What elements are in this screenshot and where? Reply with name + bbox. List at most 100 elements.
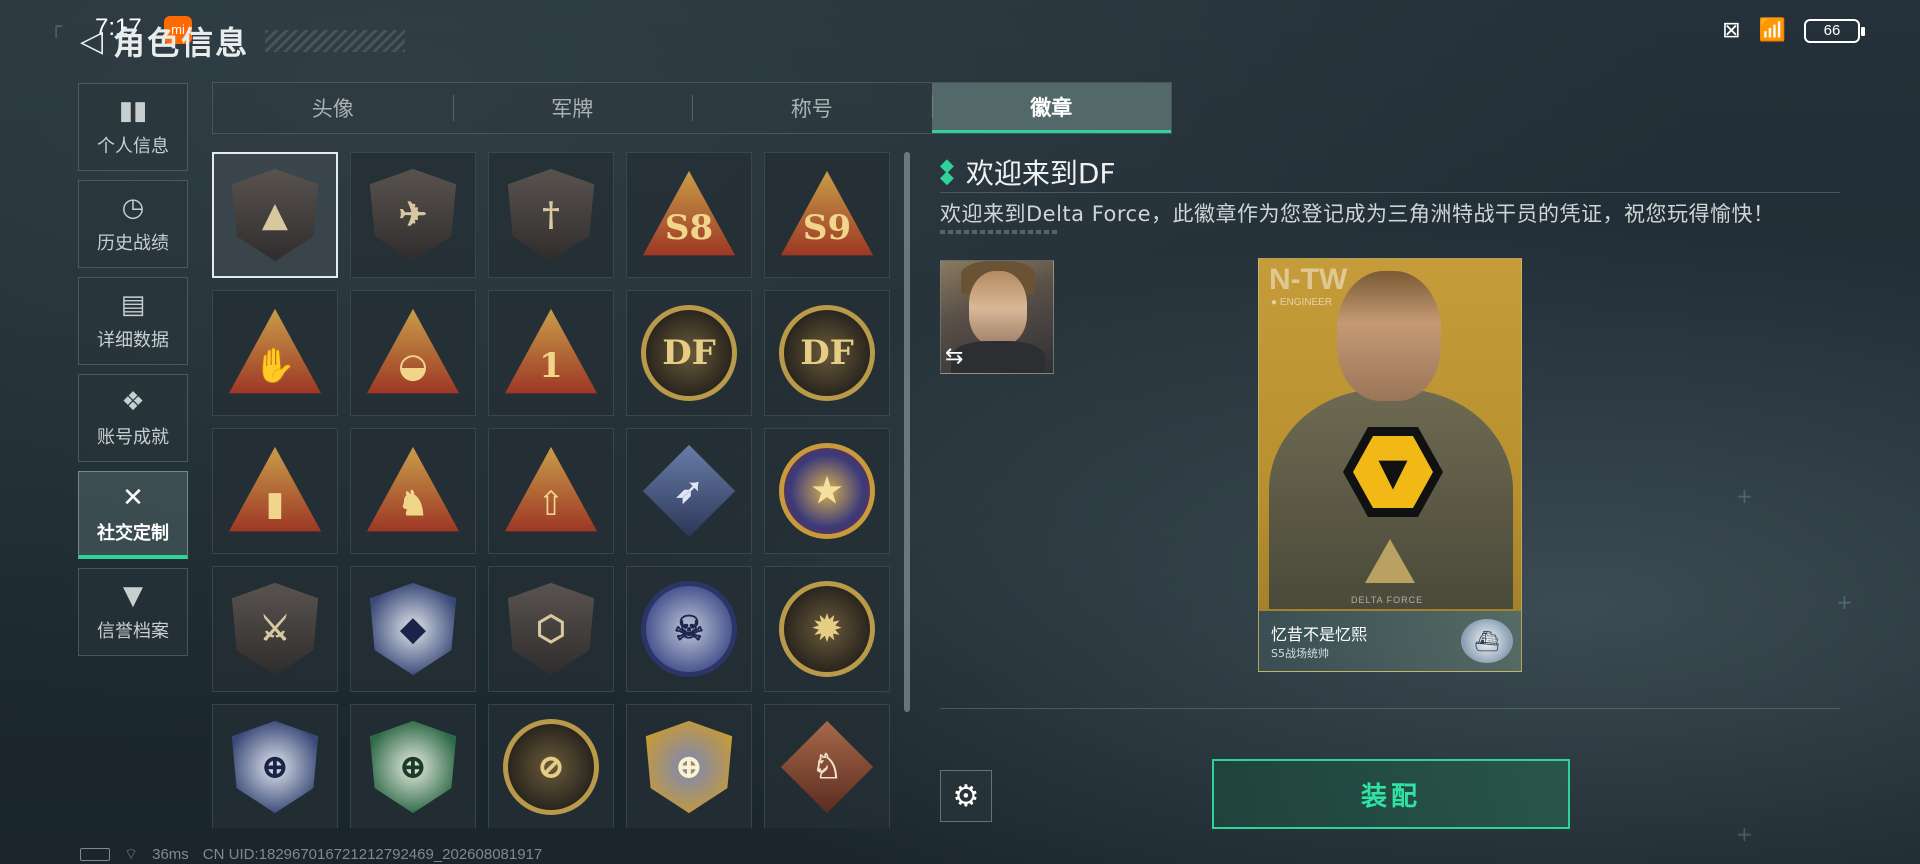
sniper-green-badge-icon: ⊕	[369, 720, 457, 814]
badge-title: 欢迎来到DF	[965, 157, 1116, 190]
badge-cell[interactable]: ✹	[764, 566, 890, 692]
delta-force-2025-badge-icon: DF	[641, 305, 737, 401]
wifi-icon: 📶	[1758, 18, 1786, 43]
badge-cell[interactable]: ✈	[350, 152, 476, 278]
diamond-marker-icon: ◆ ◆	[940, 155, 954, 188]
avatar-face	[969, 271, 1027, 345]
hexagon-badge-icon: ⬡	[507, 582, 595, 676]
clock-icon: ◷	[121, 193, 145, 223]
player-card-preview: N-TW ● ENGINEER ▼ DELTA FORCE 忆昔不是忆熙 S5战…	[1258, 258, 1522, 672]
card-footer: 忆昔不是忆熙 S5战场统帅 ⛴	[1259, 611, 1521, 671]
badge-cell[interactable]: ☠	[626, 566, 752, 692]
helicopter-badge-icon: ✈	[369, 168, 457, 262]
nav-item-match-history[interactable]: ◷ 历史战绩	[78, 180, 188, 268]
back-arrow-icon[interactable]: ◁	[80, 24, 103, 59]
star-wolf-badge-icon: ★	[779, 443, 875, 539]
divider-dashed	[940, 230, 1060, 234]
badge-cell[interactable]: ⊕	[212, 704, 338, 828]
badge-cell[interactable]: ★	[764, 428, 890, 554]
crosshair-deco: +	[1736, 484, 1753, 508]
badge-cell[interactable]: S8	[626, 152, 752, 278]
wrench-icon: ✕	[122, 482, 144, 513]
badge-cell[interactable]: ▮	[212, 428, 338, 554]
sim-off-icon: ⊠	[1722, 18, 1741, 43]
divider	[940, 192, 1840, 193]
nest-badge-icon: ◒	[366, 308, 460, 394]
player-name: 忆昔不是忆熙	[1271, 625, 1368, 644]
settings-button[interactable]: ⚙	[940, 770, 992, 822]
badge-cell[interactable]: ⬡	[488, 566, 614, 692]
character-avatar[interactable]: ⇆	[940, 260, 1054, 374]
launcher-badge-icon: ➶	[642, 444, 736, 538]
badge-cell[interactable]: ◒	[350, 290, 476, 416]
badge-cell[interactable]: DF	[626, 290, 752, 416]
badge-cell[interactable]: †	[488, 152, 614, 278]
reputation-icon: ▼	[123, 581, 143, 611]
crosshair-deco: +	[1736, 822, 1753, 846]
equip-button[interactable]: 装配	[1212, 759, 1570, 829]
skull-badge-icon: ☠	[641, 581, 737, 677]
nav-item-label: 历史战绩	[97, 233, 169, 254]
ping-readout: 36ms	[152, 846, 189, 863]
speedboat-icon: ⛴	[1461, 619, 1513, 663]
device-battery-icon	[80, 848, 110, 861]
footer-status: ⌔ 36ms CN UID:182967016721212792469_2026…	[80, 845, 542, 864]
rocket-badge-icon: ⇧	[504, 446, 598, 532]
badge-grid: ▲ ✈ † S8 S9 ✋ ◒ 1 DF DF ▮ ♞ ⇧ ➶ ★ ⚔ ◆ ⬡ ☠ ✹ ⊕ ⊕ ⊘ ⊕ ♘	[212, 152, 892, 828]
badge-grid-scrollbar[interactable]	[904, 152, 910, 712]
badge-cell[interactable]: 1	[488, 290, 614, 416]
number-one-badge-icon: 1	[504, 308, 598, 394]
divider	[940, 708, 1840, 709]
badge-cell[interactable]: ✋	[212, 290, 338, 416]
corner-deco: ┌	[50, 14, 63, 38]
account-uid: CN UID:182967016721212792469_20260808191…	[202, 846, 543, 863]
s8-badge-icon: S8	[642, 170, 736, 256]
sniper-navy-badge-icon: ⊕	[231, 720, 319, 814]
player-rank: S5战场统帅	[1271, 647, 1329, 660]
wifi-icon: ⌔	[124, 846, 139, 863]
badge-cell[interactable]: ◆	[350, 566, 476, 692]
gear-icon: ⚙	[952, 778, 980, 814]
badge-cell[interactable]: ⚔	[212, 566, 338, 692]
nav-item-social-custom[interactable]: ✕ 社交定制	[78, 471, 188, 559]
card-role: ● ENGINEER	[1271, 297, 1333, 308]
tab-title[interactable]: 称号	[692, 83, 932, 133]
tab-avatar[interactable]: 头像	[213, 83, 453, 133]
delta-force-2026-badge-icon: DF	[779, 305, 875, 401]
bronze-shield-badge-icon: ⚔	[231, 582, 319, 676]
badge-cell[interactable]: ▲	[212, 152, 338, 278]
avatar-body	[951, 341, 1045, 373]
badge-cell[interactable]: ♘	[764, 704, 890, 828]
blue-crest-badge-icon: ◆	[369, 582, 457, 676]
tab-badge[interactable]: 徽章	[931, 83, 1171, 133]
badge-cell[interactable]: ♞	[350, 428, 476, 554]
nav-item-reputation[interactable]: ▼ 信誉档案	[78, 568, 188, 656]
soldiers-badge-icon: ♞	[366, 446, 460, 532]
badge-cell[interactable]: S9	[764, 152, 890, 278]
badge-cell[interactable]: ⇧	[488, 428, 614, 554]
badge-cell[interactable]: ➶	[626, 428, 752, 554]
badge-description: 欢迎来到Delta Force，此徽章作为您登记成为三角洲特战干员的凭证，祝您玩…	[940, 202, 1775, 226]
hand-sign-badge-icon: ✋	[228, 308, 322, 394]
title-stripe-deco	[265, 30, 406, 52]
nav-item-detailed-data[interactable]: ▤ 详细数据	[78, 277, 188, 365]
nav-item-personal-info[interactable]: ▮▮ 个人信息	[78, 83, 188, 171]
bar-chart-icon: ▮▮	[118, 96, 148, 126]
badge-cell[interactable]: DF	[764, 290, 890, 416]
card-brand: DELTA FORCE	[1351, 595, 1424, 605]
customize-tabs: 头像 军牌 称号 徽章	[212, 82, 1172, 134]
nav-item-label: 信誉档案	[97, 621, 169, 642]
wolf-face-icon: ▼	[1353, 436, 1433, 508]
df-triangle-badge-icon: ▲	[231, 168, 319, 262]
card-character-head	[1337, 271, 1441, 401]
swap-icon[interactable]: ⇆	[945, 344, 963, 369]
achievement-icon: ❖	[121, 387, 145, 417]
crosshair-deco: +	[1836, 590, 1853, 614]
badge-cell[interactable]: ⊕	[350, 704, 476, 828]
rifle-badge-icon: ⊘	[503, 719, 599, 815]
badge-cell[interactable]: ⊘	[488, 704, 614, 828]
tab-dog-tag[interactable]: 军牌	[452, 83, 693, 133]
folder-icon: ▤	[120, 290, 146, 320]
badge-cell[interactable]: ⊕	[626, 704, 752, 828]
nav-item-achievements[interactable]: ❖ 账号成就	[78, 374, 188, 462]
